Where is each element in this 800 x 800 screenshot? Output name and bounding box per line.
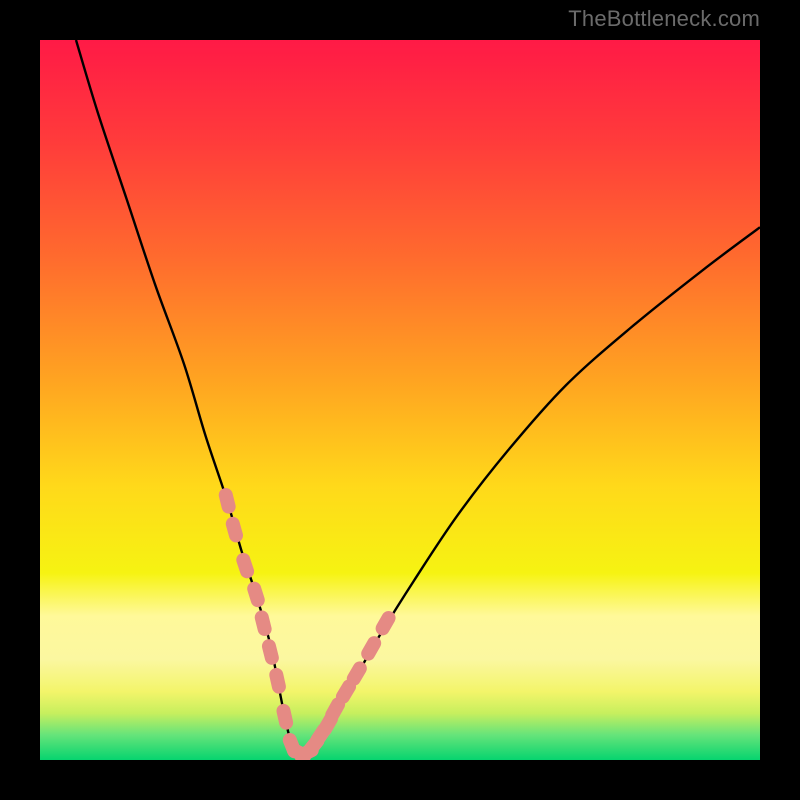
marker-pill [359, 634, 384, 664]
marker-group [217, 486, 398, 760]
marker-pill [234, 551, 256, 580]
marker-pill [260, 638, 280, 667]
plot-area [40, 40, 760, 760]
marker-pill [268, 667, 287, 695]
marker-pill [245, 580, 266, 609]
marker-pill [253, 609, 273, 638]
chart-svg [40, 40, 760, 760]
watermark-text: TheBottleneck.com [568, 6, 760, 32]
marker-pill [275, 703, 294, 731]
bottleneck-curve [76, 40, 760, 754]
marker-pill [224, 515, 244, 544]
marker-pill [217, 486, 237, 515]
chart-frame: TheBottleneck.com [0, 0, 800, 800]
